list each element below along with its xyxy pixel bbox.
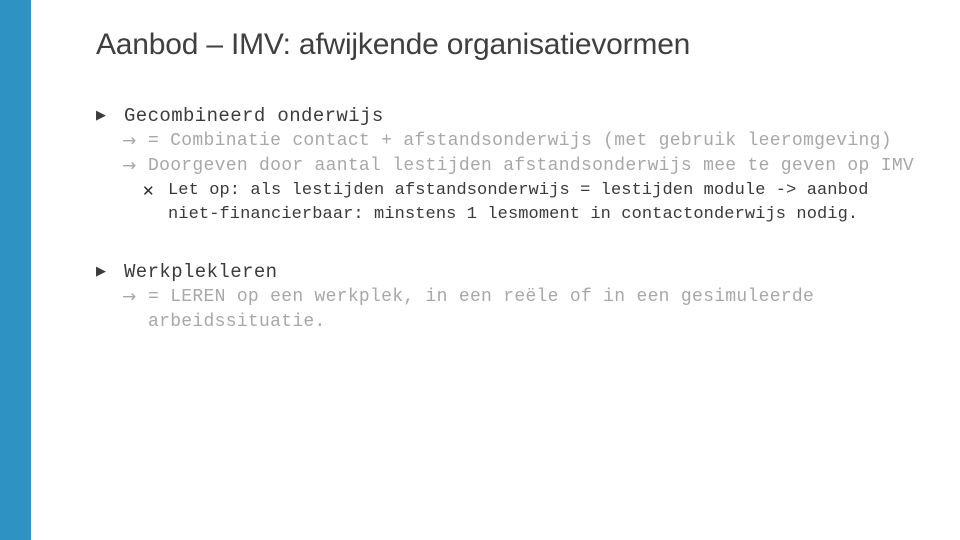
arrow-bullet-icon: → — [122, 156, 137, 176]
bullet-item-level2: → Doorgeven door aantal lestijden afstan… — [92, 154, 922, 179]
triangle-bullet-icon: ▶ — [96, 264, 107, 279]
cross-bullet-icon: ✕ — [142, 182, 155, 200]
left-accent-bar — [0, 0, 31, 540]
bullet-text: = Combinatie contact + afstandsonderwijs… — [148, 131, 892, 151]
triangle-bullet-icon: ▶ — [96, 108, 107, 123]
bullet-text: Let op: als lestijden afstandsonderwijs … — [168, 181, 869, 224]
arrow-bullet-icon: → — [122, 287, 137, 307]
slide-body: ▶ Gecombineerd onderwijs → = Combinatie … — [92, 103, 922, 335]
bullet-text: = LEREN op een werkplek, in een reële of… — [148, 287, 815, 332]
slide-canvas: Aanbod – IMV: afwijkende organisatievorm… — [0, 0, 960, 540]
bullet-text: Werkplekleren — [124, 261, 278, 283]
page-title: Aanbod – IMV: afwijkende organisatievorm… — [96, 28, 691, 61]
bullet-item-level2: → = LEREN op een werkplek, in een reële … — [92, 285, 922, 335]
bullet-item-level3: ✕ Let op: als lestijden afstandsonderwij… — [92, 179, 922, 227]
bullet-text: Gecombineerd onderwijs — [124, 105, 384, 127]
bullet-item-level1: ▶ Gecombineerd onderwijs — [92, 103, 922, 129]
bullet-item-level1: ▶ Werkplekleren — [92, 259, 922, 285]
bullet-item-level2: → = Combinatie contact + afstandsonderwi… — [92, 129, 922, 154]
bullet-text: Doorgeven door aantal lestijden afstands… — [148, 156, 915, 176]
arrow-bullet-icon: → — [122, 131, 137, 151]
